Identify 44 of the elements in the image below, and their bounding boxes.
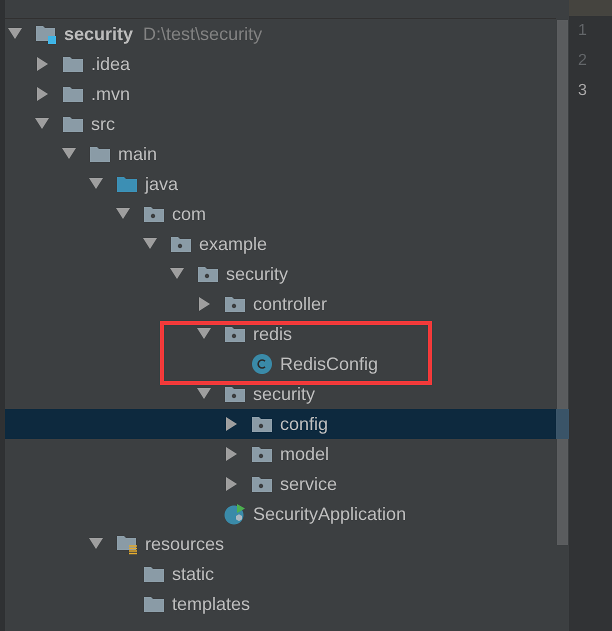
expand-arrow-icon[interactable] <box>89 537 103 549</box>
collapse-arrow-icon[interactable] <box>225 417 237 431</box>
tree-item[interactable]: resources <box>5 529 556 559</box>
tree-item[interactable]: .mvn <box>5 79 556 109</box>
tree-item[interactable]: main <box>5 139 556 169</box>
tree-item[interactable]: .idea <box>5 49 556 79</box>
expand-arrow-icon[interactable] <box>35 117 49 129</box>
tree-item[interactable]: example <box>5 229 556 259</box>
module-folder-icon <box>35 23 57 45</box>
expand-arrow-icon[interactable] <box>62 147 76 159</box>
expand-arrow-icon[interactable] <box>116 207 130 219</box>
tree-item[interactable]: security <box>5 259 556 289</box>
project-path: D:\test\security <box>143 24 262 44</box>
tree-item[interactable]: templates <box>5 589 556 619</box>
tree-item[interactable]: RedisConfig <box>5 349 556 379</box>
expand-arrow-icon[interactable] <box>170 267 184 279</box>
expand-arrow-icon[interactable] <box>143 237 157 249</box>
tree-item[interactable]: service <box>5 469 556 499</box>
expand-arrow-icon[interactable] <box>8 27 22 39</box>
tree-item[interactable]: SecurityApplication <box>5 499 556 529</box>
tree-item[interactable]: static <box>5 559 556 589</box>
collapse-arrow-icon[interactable] <box>198 297 210 311</box>
scrollbar-selection-marker <box>556 409 569 439</box>
tree-item[interactable]: config <box>5 409 556 439</box>
tree-item[interactable]: model <box>5 439 556 469</box>
tree-item[interactable]: redis <box>5 319 556 349</box>
tree-item[interactable]: com <box>5 199 556 229</box>
collapse-arrow-icon[interactable] <box>36 57 48 71</box>
tree-item[interactable]: java <box>5 169 556 199</box>
line-number: 3 <box>577 81 588 101</box>
tree-item[interactable]: security D:\test\security <box>5 19 556 49</box>
collapse-arrow-icon[interactable] <box>225 477 237 491</box>
collapse-arrow-icon[interactable] <box>225 447 237 461</box>
class-icon <box>251 353 273 375</box>
expand-arrow-icon[interactable] <box>89 177 103 189</box>
spring-class-icon <box>224 503 246 525</box>
expand-arrow-icon[interactable] <box>197 327 211 339</box>
tree-item[interactable]: security <box>5 379 556 409</box>
tree-item[interactable]: controller <box>5 289 556 319</box>
scrollbar-thumb[interactable] <box>557 20 568 545</box>
collapse-arrow-icon[interactable] <box>36 87 48 101</box>
resources-folder-icon <box>116 533 138 555</box>
tree-item[interactable]: src <box>5 109 556 139</box>
expand-arrow-icon[interactable] <box>197 387 211 399</box>
